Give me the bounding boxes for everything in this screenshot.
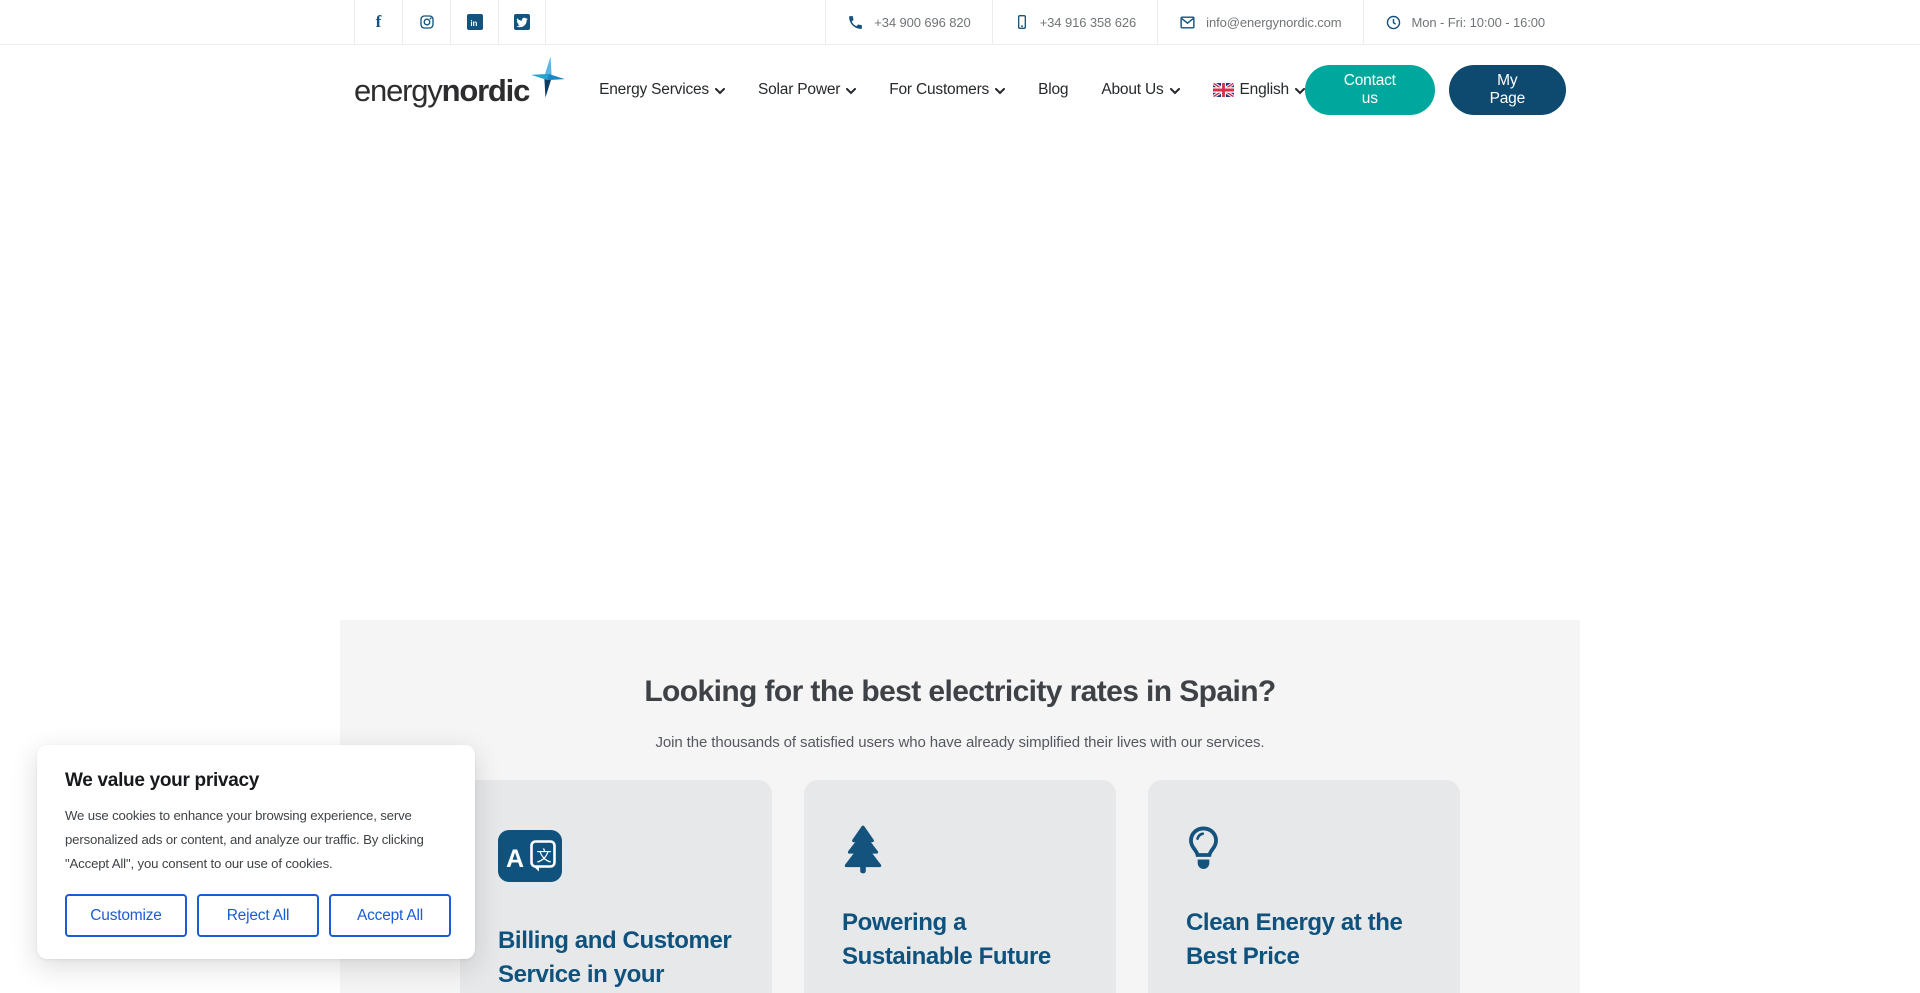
- my-page-button[interactable]: My Page: [1449, 65, 1566, 115]
- hours-item: Mon - Fri: 10:00 - 16:00: [1363, 0, 1566, 44]
- main-nav: Energy Services Solar Power For Customer…: [599, 81, 1305, 99]
- envelope-icon: [1179, 14, 1196, 31]
- card-billing[interactable]: A 文 Billing and Customer Service in your: [460, 780, 772, 993]
- card-clean-energy[interactable]: Clean Energy at the Best Price: [1148, 780, 1460, 993]
- pine-tree-icon: [842, 824, 884, 876]
- nav-item-solar-power[interactable]: Solar Power: [758, 81, 856, 99]
- energynordic-logo[interactable]: energynordic: [354, 75, 565, 106]
- phone-mobile-text: +34 916 358 626: [1040, 15, 1136, 30]
- uk-flag-icon: [1213, 83, 1234, 97]
- chevron-down-icon: [1295, 88, 1305, 95]
- cookie-body-text: We use cookies to enhance your browsing …: [65, 804, 451, 876]
- language-label: English: [1240, 81, 1289, 99]
- card-title: Billing and Customer Service in your: [498, 924, 734, 992]
- phone-landline-text: +34 900 696 820: [874, 15, 970, 30]
- rates-section: Looking for the best electricity rates i…: [340, 620, 1580, 993]
- cookie-consent-dialog: We value your privacy We use cookies to …: [37, 745, 475, 959]
- clock-icon: [1385, 14, 1402, 31]
- chevron-down-icon: [1170, 88, 1180, 95]
- email-text: info@energynordic.com: [1206, 15, 1341, 30]
- svg-text:文: 文: [537, 847, 552, 865]
- social-links: f in: [354, 0, 546, 44]
- empty-content-area: [0, 135, 1920, 620]
- instagram-icon[interactable]: [402, 0, 450, 44]
- translate-icon: A 文: [498, 830, 562, 882]
- logo-text-energy: energy: [354, 73, 442, 108]
- logo-text-nordic: nordic: [442, 73, 530, 108]
- phone-icon: [847, 14, 864, 31]
- card-sustainable[interactable]: Powering a Sustainable Future: [804, 780, 1116, 993]
- card-title: Clean Energy at the Best Price: [1186, 906, 1422, 974]
- nav-item-blog[interactable]: Blog: [1038, 81, 1068, 99]
- lightbulb-icon: [1186, 824, 1221, 876]
- chevron-down-icon: [995, 88, 1005, 95]
- logo-star-icon: [531, 56, 565, 98]
- facebook-icon[interactable]: f: [354, 0, 402, 44]
- section-heading: Looking for the best electricity rates i…: [620, 676, 1300, 708]
- accept-all-button[interactable]: Accept All: [329, 894, 451, 937]
- svg-text:in: in: [470, 19, 477, 28]
- phone-item[interactable]: +34 900 696 820: [825, 0, 991, 44]
- nav-item-for-customers[interactable]: For Customers: [889, 81, 1005, 99]
- customize-button[interactable]: Customize: [65, 894, 187, 937]
- top-bar: f in: [0, 0, 1920, 45]
- nav-item-about-us[interactable]: About Us: [1101, 81, 1179, 99]
- nav-item-language[interactable]: English: [1213, 81, 1305, 99]
- section-subheading: Join the thousands of satisfied users wh…: [340, 734, 1580, 751]
- main-header: energynordic Energy Services Solar Power: [0, 45, 1920, 135]
- contact-us-button[interactable]: Contact us: [1305, 65, 1435, 115]
- hours-text: Mon - Fri: 10:00 - 16:00: [1412, 15, 1545, 30]
- linkedin-icon[interactable]: in: [450, 0, 498, 44]
- topbar-contact-info: +34 900 696 820 +34 916 358 626 info@ene…: [825, 0, 1566, 44]
- card-title: Powering a Sustainable Future: [842, 906, 1078, 974]
- mobile-item[interactable]: +34 916 358 626: [992, 0, 1157, 44]
- email-item[interactable]: info@energynordic.com: [1157, 0, 1362, 44]
- feature-cards: A 文 Billing and Customer Service in your…: [460, 780, 1460, 993]
- reject-all-button[interactable]: Reject All: [197, 894, 319, 937]
- chevron-down-icon: [846, 88, 856, 95]
- chevron-down-icon: [715, 88, 725, 95]
- nav-item-energy-services[interactable]: Energy Services: [599, 81, 725, 99]
- svg-text:A: A: [506, 845, 524, 873]
- mobile-phone-icon: [1014, 14, 1030, 30]
- cookie-title: We value your privacy: [65, 770, 451, 792]
- twitter-icon[interactable]: [498, 0, 546, 44]
